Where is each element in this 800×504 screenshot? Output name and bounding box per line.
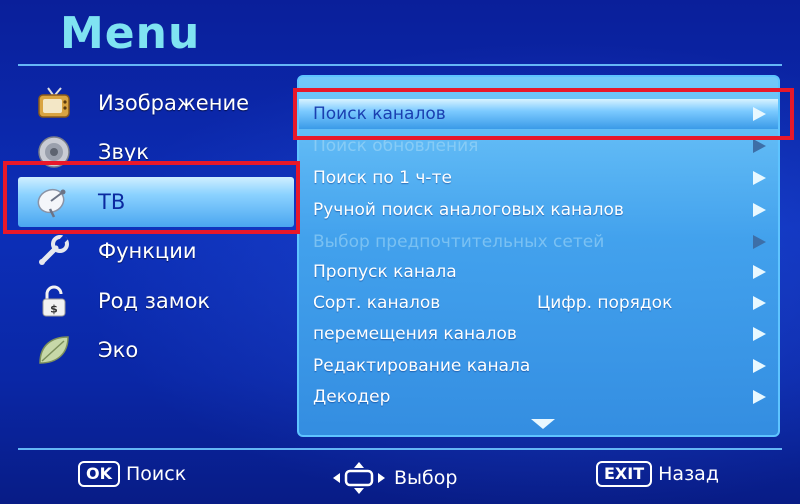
menu-item-label: Декодер bbox=[313, 387, 391, 407]
channel-sort-value: Цифр. порядок bbox=[537, 293, 673, 313]
svg-text:$: $ bbox=[50, 302, 58, 315]
arrow-right-icon bbox=[753, 327, 766, 341]
arrow-right-icon bbox=[753, 171, 766, 185]
menu-item-label: Выбор предпочтительных сетей bbox=[313, 232, 605, 252]
title-divider bbox=[18, 64, 782, 66]
menu-item-channel-sort[interactable]: Сорт. каналов Цифр. порядок bbox=[299, 288, 778, 318]
hint-navigate: Выбор bbox=[332, 461, 457, 495]
dpad-icon bbox=[332, 461, 386, 495]
wrench-icon bbox=[34, 233, 74, 269]
arrow-right-icon bbox=[753, 139, 766, 153]
menu-item-channel-edit[interactable]: Редактирование канала bbox=[299, 351, 778, 381]
arrow-right-icon bbox=[753, 203, 766, 217]
menu-item-decoder[interactable]: Декодер bbox=[299, 382, 778, 412]
tv-icon bbox=[34, 85, 74, 121]
leaf-icon bbox=[34, 332, 74, 368]
arrow-right-icon bbox=[753, 235, 766, 249]
menu-item-channel-skip[interactable]: Пропуск канала bbox=[299, 257, 778, 287]
sidebar-item-parental-lock[interactable]: $ Род замок bbox=[18, 276, 294, 326]
menu-item-single-rf-search[interactable]: Поиск по 1 ч-те bbox=[299, 163, 778, 193]
menu-item-preferred-network: Выбор предпочтительных сетей bbox=[299, 227, 778, 257]
exit-key-badge: EXIT bbox=[596, 461, 653, 487]
arrow-right-icon bbox=[753, 265, 766, 279]
hint-exit: EXIT Назад bbox=[596, 461, 719, 487]
highlight-box-channel-search bbox=[293, 88, 794, 140]
sidebar-item-label: Функции bbox=[98, 239, 197, 264]
sidebar-item-eco[interactable]: Эко bbox=[18, 326, 294, 376]
menu-item-manual-analog-search[interactable]: Ручной поиск аналоговых каналов bbox=[299, 195, 778, 225]
sidebar-item-label: Род замок bbox=[98, 288, 211, 313]
ok-key-badge: OK bbox=[78, 461, 120, 487]
menu-item-label: перемещения каналов bbox=[313, 324, 517, 344]
ok-hint-label: Поиск bbox=[126, 463, 187, 485]
menu-title: Menu bbox=[60, 8, 201, 59]
highlight-box-tv bbox=[3, 161, 300, 234]
arrow-right-icon bbox=[753, 296, 766, 310]
hint-ok: OK Поиск bbox=[78, 461, 186, 487]
navigate-hint-label: Выбор bbox=[394, 467, 458, 489]
menu-item-channel-move[interactable]: перемещения каналов bbox=[299, 319, 778, 349]
menu-item-label: Поиск по 1 ч-те bbox=[313, 168, 452, 188]
sidebar-item-label: Эко bbox=[98, 338, 139, 363]
lock-icon: $ bbox=[34, 283, 74, 319]
sidebar-item-label: Изображение bbox=[98, 90, 250, 115]
exit-hint-label: Назад bbox=[658, 463, 719, 485]
menu-item-label: Пропуск канала bbox=[313, 262, 457, 282]
arrow-right-icon bbox=[753, 359, 766, 373]
arrow-right-icon bbox=[753, 390, 766, 404]
menu-item-label: Сорт. каналов bbox=[313, 293, 441, 313]
menu-item-label: Редактирование канала bbox=[313, 356, 531, 376]
scroll-down-icon[interactable] bbox=[531, 419, 555, 429]
menu-item-label: Ручной поиск аналоговых каналов bbox=[313, 200, 624, 220]
footer-hints: OK Поиск Выбор EXIT Назад bbox=[0, 455, 800, 495]
sidebar-item-picture[interactable]: Изображение bbox=[18, 78, 294, 128]
footer-divider bbox=[18, 448, 782, 450]
